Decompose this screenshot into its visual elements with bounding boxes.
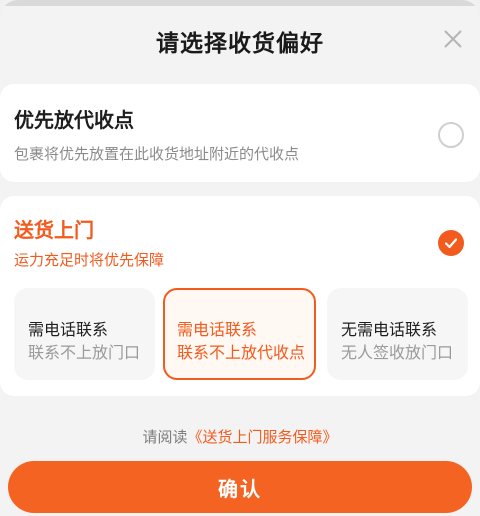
top-strip (0, 0, 480, 6)
sub-option-line2: 无人签收放门口 (341, 343, 454, 362)
close-button[interactable] (440, 26, 466, 52)
sub-option-line1: 需电话联系 (28, 320, 109, 339)
service-notice: 请阅读《送货上门服务保障》 (0, 426, 480, 447)
sub-option-line1: 需电话联系 (177, 320, 258, 339)
sub-option-line2: 联系不上放代收点 (177, 343, 306, 362)
confirm-button[interactable]: 确认 (8, 461, 472, 513)
option-pickup-title: 优先放代收点 (14, 108, 134, 132)
sub-option-call-door[interactable]: 需电话联系 联系不上放门口 (14, 288, 155, 380)
option-door-delivery[interactable]: 送货上门 运力充足时将优先保障 需电话联系 联系不上放门口 需电话联系 联系不上… (0, 196, 480, 396)
sub-option-line1: 无需电话联系 (341, 320, 438, 339)
option-pickup-point[interactable]: 优先放代收点 包裹将优先放置在此收货地址附近的代收点 (0, 84, 480, 182)
sheet-title: 请选择收货偏好 (156, 31, 324, 57)
radio-door-delivery[interactable] (438, 230, 464, 256)
check-icon (444, 238, 458, 249)
close-icon (444, 30, 462, 48)
sub-option-call-pickup[interactable]: 需电话联系 联系不上放代收点 (163, 288, 316, 380)
option-door-title: 送货上门 (14, 218, 94, 242)
service-guarantee-link[interactable]: 《送货上门服务保障》 (188, 428, 338, 446)
sub-option-line2: 联系不上放门口 (28, 343, 141, 362)
option-pickup-subtitle: 包裹将优先放置在此收货地址附近的代收点 (14, 145, 300, 163)
service-notice-prefix: 请阅读 (142, 428, 188, 446)
preference-sheet: 请选择收货偏好 优先放代收点 包裹将优先放置在此收货地址附近的代收点 送货上门 … (0, 0, 480, 516)
option-door-subtitle: 运力充足时将优先保障 (14, 251, 165, 269)
radio-pickup-point[interactable] (438, 122, 464, 148)
sub-option-no-call-door[interactable]: 无需电话联系 无人签收放门口 (327, 288, 468, 380)
